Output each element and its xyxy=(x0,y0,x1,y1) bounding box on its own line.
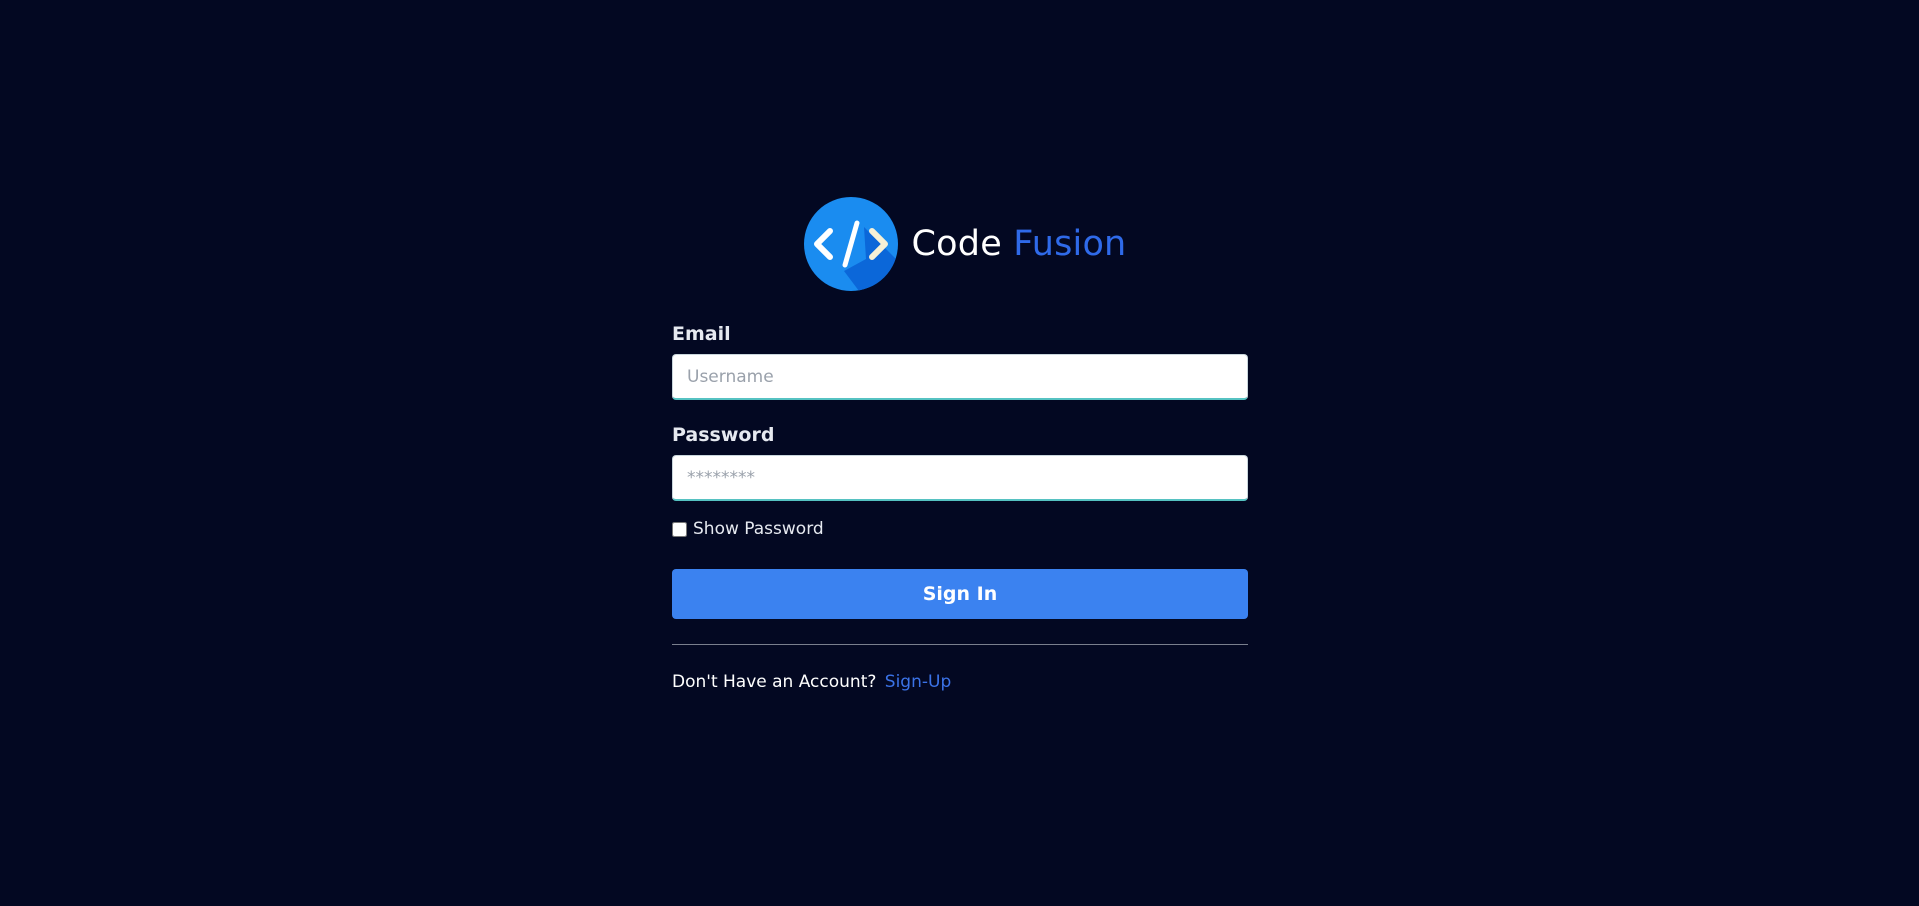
divider xyxy=(672,644,1248,645)
email-field[interactable] xyxy=(672,354,1248,400)
login-page: Code Fusion Email Password Show Password… xyxy=(0,0,1919,906)
email-label: Email xyxy=(672,323,731,345)
brand-name: Code Fusion xyxy=(912,224,1127,264)
brand-name-part1: Code xyxy=(911,224,1002,264)
password-field[interactable] xyxy=(672,455,1248,501)
password-label: Password xyxy=(672,424,775,446)
show-password-row: Show Password xyxy=(672,519,1248,539)
sign-up-link[interactable]: Sign-Up xyxy=(885,672,951,692)
code-brackets-icon xyxy=(803,197,898,291)
sign-in-button[interactable]: Sign In xyxy=(672,569,1248,619)
brand-header: Code Fusion xyxy=(682,196,1248,292)
show-password-label[interactable]: Show Password xyxy=(693,519,824,539)
brand-name-part2: Fusion xyxy=(1013,224,1127,264)
login-card: Code Fusion Email Password Show Password… xyxy=(672,196,1248,692)
signup-prompt-text: Don't Have an Account? xyxy=(672,672,877,692)
signup-prompt: Don't Have an Account? Sign-Up xyxy=(672,672,1248,692)
show-password-checkbox[interactable] xyxy=(672,521,687,537)
